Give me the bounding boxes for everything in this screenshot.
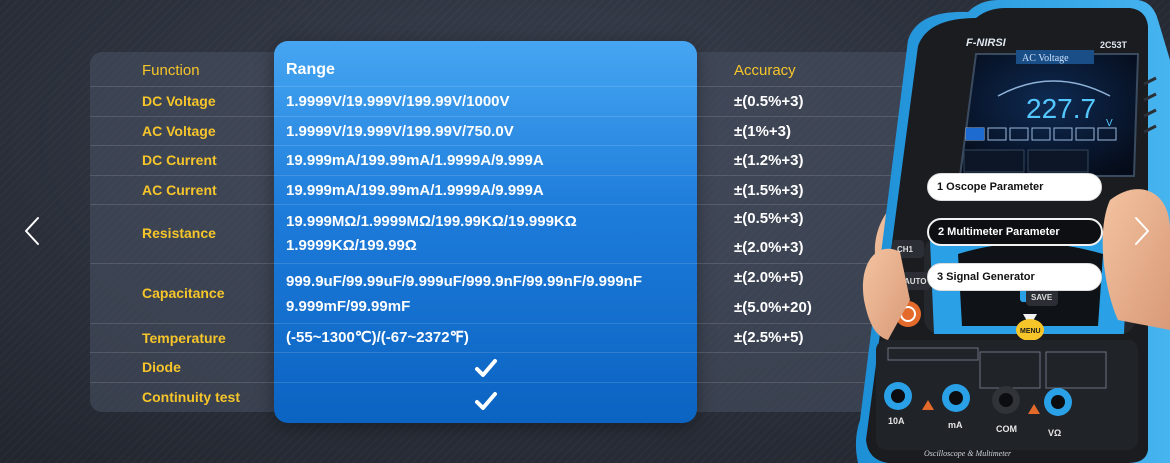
svg-text:10A: 10A (888, 416, 905, 426)
accuracy-cell: ±(2.0%+3) (734, 239, 804, 256)
range-cell: 1.9999KΩ/199.99Ω (286, 237, 417, 254)
accuracy-cell: ±(5.0%+20) (734, 299, 812, 316)
range-cell: 19.999mA/199.99mA/1.9999A/9.999A (286, 182, 544, 199)
svg-text:AC Voltage: AC Voltage (1022, 53, 1069, 64)
function-cell: DC Voltage (142, 93, 216, 109)
svg-text:MENU: MENU (1020, 328, 1041, 335)
range-cell: 1.9999V/19.999V/199.99V/750.0V (286, 123, 514, 140)
accuracy-cell: ±(1.2%+3) (734, 152, 804, 169)
function-cell: Temperature (142, 330, 226, 346)
svg-text:2C53T: 2C53T (1100, 40, 1128, 50)
header-accuracy: Accuracy (734, 62, 796, 79)
range-cell: 19.999MΩ/1.9999MΩ/199.99KΩ/19.999KΩ (286, 213, 577, 230)
menu-item-signal-generator[interactable]: 3 Signal Generator (927, 263, 1102, 291)
accuracy-cell: ±(2.0%+5) (734, 269, 804, 286)
menu-item-label: 3 Signal Generator (937, 271, 1035, 283)
accuracy-cell: ±(2.5%+5) (734, 329, 804, 346)
menu-item-label: 1 Oscope Parameter (937, 181, 1044, 193)
range-cell: 1.9999V/19.999V/199.99V/1000V (286, 93, 510, 110)
range-cell: 19.999mA/199.99mA/1.9999A/9.999A (286, 152, 544, 169)
svg-text:VΩ: VΩ (1048, 428, 1061, 438)
checkmark-icon (474, 389, 498, 413)
accuracy-cell: ±(1%+3) (734, 123, 792, 140)
range-cell: (-55~1300℃)/(-67~2372℉) (286, 329, 469, 346)
chevron-left-icon[interactable] (22, 216, 44, 246)
accuracy-cell: ±(0.5%+3) (734, 93, 804, 110)
svg-text:227.7: 227.7 (1026, 93, 1096, 124)
function-cell: AC Current (142, 182, 217, 198)
range-cell: 999.9uF/99.99uF/9.999uF/999.9nF/99.99nF/… (286, 273, 643, 290)
function-cell: Continuity test (142, 389, 240, 405)
function-cell: AC Voltage (142, 123, 216, 139)
svg-text:mA: mA (948, 420, 963, 430)
function-cell: DC Current (142, 152, 217, 168)
function-cell: Capacitance (142, 285, 225, 301)
function-cell: Diode (142, 359, 181, 375)
function-cell: Resistance (142, 225, 216, 241)
svg-text:V: V (1106, 118, 1113, 129)
menu-item-multimeter-parameter[interactable]: 2 Multimeter Parameter (927, 218, 1103, 246)
svg-text:F-NIRSI: F-NIRSI (966, 37, 1007, 49)
chevron-right-icon[interactable] (1130, 216, 1152, 246)
menu-item-label: 2 Multimeter Parameter (938, 226, 1060, 238)
svg-text:Oscilloscope & Multimeter: Oscilloscope & Multimeter (924, 449, 1012, 458)
range-cell: 9.999mF/99.99mF (286, 298, 411, 315)
header-function: Function (142, 62, 200, 79)
checkmark-icon (474, 356, 498, 380)
header-range: Range (286, 61, 335, 78)
accuracy-cell: ±(1.5%+3) (734, 182, 804, 199)
svg-text:SAVE: SAVE (1031, 293, 1053, 302)
svg-text:AUTO: AUTO (904, 277, 927, 286)
menu-item-oscope-parameter[interactable]: 1 Oscope Parameter (927, 173, 1102, 201)
svg-text:COM: COM (996, 424, 1017, 434)
accuracy-cell: ±(0.5%+3) (734, 210, 804, 227)
